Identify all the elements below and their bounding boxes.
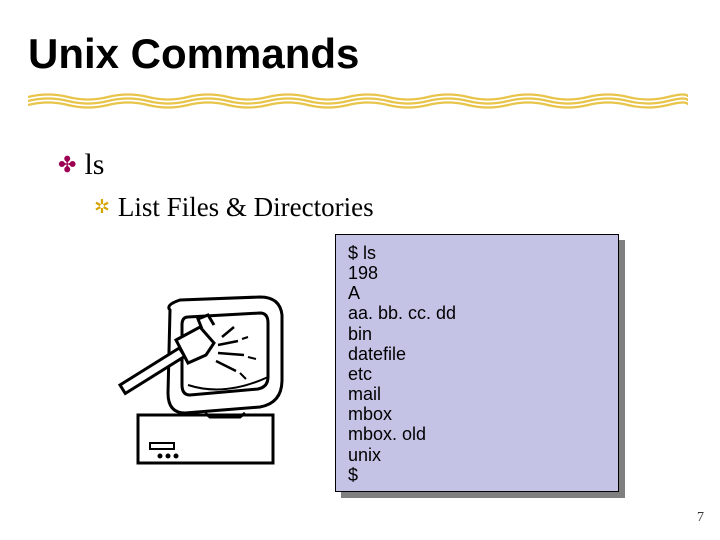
bullet2-text: List Files & Directories bbox=[118, 192, 374, 223]
bullet2-marker-icon: ✲ bbox=[94, 198, 110, 217]
terminal-output: $ ls 198 A aa. bb. cc. dd bin datefile e… bbox=[335, 234, 625, 498]
title-wrap: Unix Commands bbox=[28, 30, 359, 78]
slide: Unix Commands ✤ ls ✲ List Files & Direct… bbox=[0, 0, 720, 540]
title-underline bbox=[28, 92, 688, 112]
page-title: Unix Commands bbox=[28, 30, 359, 78]
bullet-level1: ✤ ls bbox=[58, 148, 104, 182]
computer-clipart-icon bbox=[110, 285, 300, 475]
bullet-level2: ✲ List Files & Directories bbox=[94, 192, 374, 223]
terminal-text: $ ls 198 A aa. bb. cc. dd bin datefile e… bbox=[348, 243, 606, 485]
terminal-box: $ ls 198 A aa. bb. cc. dd bin datefile e… bbox=[335, 234, 619, 492]
page-number: 7 bbox=[697, 510, 704, 526]
bullet1-marker-icon: ✤ bbox=[58, 154, 76, 176]
bullet1-text: ls bbox=[84, 148, 104, 182]
